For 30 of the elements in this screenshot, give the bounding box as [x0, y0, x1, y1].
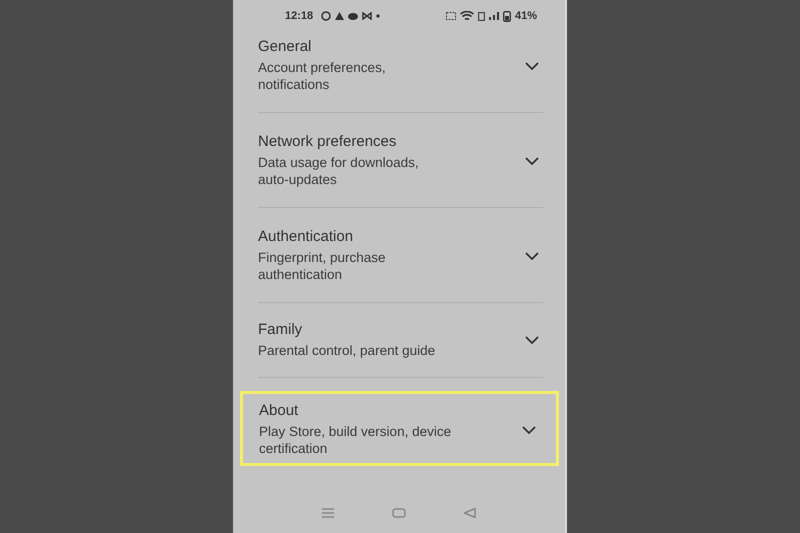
setting-description: Account preferences, notifications — [258, 59, 387, 93]
settings-row[interactable]: About Play Store, build version, device certification — [240, 391, 559, 466]
settings-row[interactable]: Family Parental control, parent guide — [258, 303, 543, 378]
setting-title: About — [259, 402, 300, 419]
dot-icon — [376, 14, 380, 18]
chat-bubble-icon — [321, 11, 332, 21]
setting-title: Authentication — [258, 228, 354, 245]
setting-description: Fingerprint, purchase authentication — [258, 249, 387, 283]
setting-description: Parental control, parent guide — [258, 342, 436, 359]
expand-chevron-icon[interactable] — [525, 336, 539, 344]
setting-description: Data usage for downloads, auto-updates — [258, 154, 420, 188]
sim-card-icon — [478, 12, 485, 20]
status-time: 12:18 — [285, 10, 314, 22]
settings-row[interactable]: Network preferences Data usage for downloads, auto-updates — [258, 113, 543, 208]
data-speed-icon — [446, 12, 456, 20]
battery-percentage: 41% — [514, 10, 537, 22]
wifi-icon — [460, 11, 474, 21]
signal-icon — [488, 12, 499, 20]
settings-row[interactable]: Authentication Fingerprint, purchase authentication — [258, 208, 543, 303]
setting-description: Play Store, build version, device certification — [259, 423, 452, 457]
expand-chevron-icon[interactable] — [525, 156, 539, 164]
settings-row[interactable]: General Account preferences, notifications — [258, 32, 543, 113]
battery-icon — [502, 10, 511, 22]
setting-title: Network preferences — [258, 133, 398, 150]
triangle-icon — [335, 12, 344, 20]
setting-title: Family — [258, 321, 304, 338]
expand-chevron-icon[interactable] — [525, 252, 539, 260]
expand-chevron-icon[interactable] — [522, 426, 536, 434]
setting-title: General — [258, 38, 312, 55]
expand-chevron-icon[interactable] — [525, 62, 539, 70]
